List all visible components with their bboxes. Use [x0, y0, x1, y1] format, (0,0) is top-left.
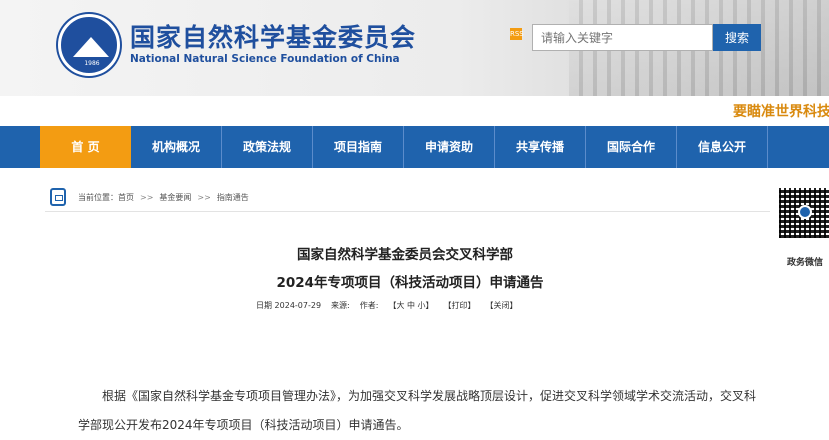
- author-label: 作者:: [359, 301, 379, 310]
- breadcrumb: 当前位置： 首页 >> 基金要闻 >> 指南通告: [50, 186, 249, 208]
- main-navigation: 首 页 机构概况 政策法规 项目指南 申请资助 共享传播 国际合作 信息公开: [0, 126, 829, 168]
- print-link[interactable]: 【打印】: [444, 300, 476, 311]
- qr-code-image: [779, 188, 829, 238]
- nav-item-policies[interactable]: 政策法规: [222, 126, 313, 168]
- nav-item-sharing[interactable]: 共享传播: [495, 126, 586, 168]
- slogan-bar: 要瞄准世界科技: [0, 96, 829, 126]
- search-button[interactable]: 搜索: [713, 24, 761, 51]
- breadcrumb-level2-link[interactable]: 指南通告: [217, 192, 249, 203]
- wechat-badge-icon: [798, 205, 812, 219]
- location-icon: [50, 188, 66, 206]
- date-label: 日期: [256, 301, 272, 310]
- article-meta: 日期 2024-07-29 来源: 作者: 【大 中 小】 【打印】 【关闭】: [256, 300, 518, 311]
- article-title-line1: 国家自然科学基金委员会交叉科学部: [297, 247, 513, 263]
- breadcrumb-prefix: 当前位置：: [78, 192, 118, 202]
- article-title-line2: 2024年专项项目（科技活动项目）申请通告: [276, 275, 544, 291]
- divider: [45, 211, 770, 212]
- nav-item-international[interactable]: 国际合作: [586, 126, 677, 168]
- breadcrumb-separator: >>: [140, 192, 154, 202]
- nav-item-guides[interactable]: 项目指南: [313, 126, 404, 168]
- breadcrumb-level1-link[interactable]: 基金要闻: [159, 192, 191, 203]
- date-field: 日期 2024-07-29: [256, 300, 321, 311]
- mountain-icon: [73, 37, 109, 57]
- emblem-year: 1986: [84, 60, 100, 67]
- search-input[interactable]: [532, 24, 713, 51]
- font-size-links[interactable]: 【大 中 小】: [388, 300, 433, 311]
- nav-item-about[interactable]: 机构概况: [131, 126, 222, 168]
- site-title-english[interactable]: National Natural Science Foundation of C…: [130, 53, 400, 65]
- nav-item-funding[interactable]: 申请资助: [404, 126, 495, 168]
- date-value: 2024-07-29: [274, 301, 322, 310]
- breadcrumb-home-link[interactable]: 首页: [118, 192, 134, 203]
- rss-icon[interactable]: RSS: [510, 28, 524, 40]
- scrolling-slogan: 要瞄准世界科技: [733, 104, 829, 120]
- site-header: 1986 国家自然科学基金委员会 National Natural Scienc…: [0, 0, 829, 96]
- source-label: 来源:: [331, 301, 350, 310]
- article-paragraph-text: 根据《国家自然科学基金专项项目管理办法》，为加强交叉科学发展战略顶层设计，促进交…: [78, 389, 757, 432]
- close-link[interactable]: 【关闭】: [486, 300, 518, 311]
- nsfc-emblem-logo[interactable]: 1986: [58, 14, 120, 76]
- breadcrumb-separator: >>: [197, 192, 211, 202]
- article-paragraph: 根据《国家自然科学基金专项项目管理办法》，为加强交叉科学发展战略顶层设计，促进交…: [78, 382, 758, 440]
- site-title-chinese[interactable]: 国家自然科学基金委员会: [130, 18, 416, 54]
- nav-item-disclosure[interactable]: 信息公开: [677, 126, 768, 168]
- nav-item-home[interactable]: 首 页: [40, 126, 131, 168]
